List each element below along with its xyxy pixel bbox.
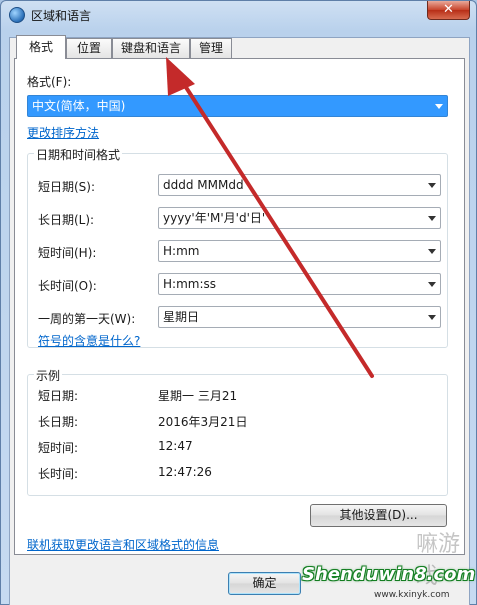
chevron-down-icon xyxy=(428,282,436,287)
watermark: 嘛游戏 Shenduwin8.com www.kxinyk.com xyxy=(296,532,477,605)
close-button[interactable]: ✕ xyxy=(427,1,470,20)
long-time-value: H:mm:ss xyxy=(163,277,216,291)
datetime-format-group: 日期和时间格式 短日期(S): dddd MMMdd 长日期(L): yyyy'… xyxy=(27,146,448,349)
ok-button[interactable]: 确定 xyxy=(228,572,301,595)
long-date-label: 长日期(L): xyxy=(38,213,95,227)
short-time-value: H:mm xyxy=(163,244,200,258)
example-short-time-value: 12:47 xyxy=(158,439,193,453)
short-time-label: 短时间(H): xyxy=(38,246,97,260)
window-title: 区域和语言 xyxy=(31,9,92,23)
format-tab-panel: 格式(F): 中文(简体，中国) 更改排序方法 日期和时间格式 短日期(S): … xyxy=(14,58,465,555)
long-date-value: yyyy'年'M'月'd'日' xyxy=(163,211,266,225)
tab-admin[interactable]: 管理 xyxy=(190,38,232,58)
first-day-combobox[interactable]: 星期日 xyxy=(158,306,441,328)
chevron-down-icon xyxy=(428,249,436,254)
change-sort-link[interactable]: 更改排序方法 xyxy=(27,124,99,141)
symbols-meaning-link[interactable]: 符号的含意是什么? xyxy=(38,332,140,349)
example-short-date-label: 短日期: xyxy=(38,389,79,403)
tab-keyboard-language[interactable]: 键盘和语言 xyxy=(112,38,190,58)
long-date-combobox[interactable]: yyyy'年'M'月'd'日' xyxy=(158,207,441,229)
tab-location[interactable]: 位置 xyxy=(66,38,112,58)
chevron-down-icon xyxy=(428,315,436,320)
short-date-label: 短日期(S): xyxy=(38,180,96,194)
examples-group: 示例 短日期: 星期一 三月21 长日期: 2016年3月21日 短时间: 12… xyxy=(27,367,448,496)
watermark-sub-text: www.kxinyk.com xyxy=(374,590,450,600)
region-language-window: 区域和语言 ✕ 格式 位置 键盘和语言 管理 格式(F): 中文(简体，中国) … xyxy=(0,0,477,605)
title-bar[interactable]: 区域和语言 ✕ xyxy=(1,1,476,29)
format-combobox[interactable]: 中文(简体，中国) xyxy=(27,95,448,117)
tab-format[interactable]: 格式 xyxy=(16,35,66,59)
other-settings-button[interactable]: 其他设置(D)... xyxy=(310,504,447,527)
watermark-main-text: Shenduwin8.com xyxy=(302,564,476,585)
example-long-time-label: 长时间: xyxy=(38,467,79,481)
example-long-date-label: 长日期: xyxy=(38,415,79,429)
long-time-combobox[interactable]: H:mm:ss xyxy=(158,273,441,295)
dialog-content: 格式 位置 键盘和语言 管理 格式(F): 中文(简体，中国) 更改排序方法 日… xyxy=(9,35,470,605)
short-time-combobox[interactable]: H:mm xyxy=(158,240,441,262)
short-date-value: dddd MMMdd xyxy=(163,178,244,192)
format-value: 中文(简体，中国) xyxy=(32,99,126,113)
format-label: 格式(F): xyxy=(27,75,72,89)
example-long-date-value: 2016年3月21日 xyxy=(158,415,248,429)
example-short-date-value: 星期一 三月21 xyxy=(158,389,238,403)
online-info-link[interactable]: 联机获取更改语言和区域格式的信息 xyxy=(27,536,219,553)
examples-group-title: 示例 xyxy=(34,367,63,384)
long-time-label: 长时间(O): xyxy=(38,279,97,293)
chevron-down-icon xyxy=(428,183,436,188)
chevron-down-icon xyxy=(428,216,436,221)
chevron-down-icon xyxy=(435,104,443,109)
example-long-time-value: 12:47:26 xyxy=(158,465,212,479)
globe-icon xyxy=(9,7,25,23)
example-short-time-label: 短时间: xyxy=(38,441,79,455)
datetime-group-title: 日期和时间格式 xyxy=(34,146,123,163)
first-day-label: 一周的第一天(W): xyxy=(38,312,136,326)
short-date-combobox[interactable]: dddd MMMdd xyxy=(158,174,441,196)
first-day-value: 星期日 xyxy=(163,310,200,324)
